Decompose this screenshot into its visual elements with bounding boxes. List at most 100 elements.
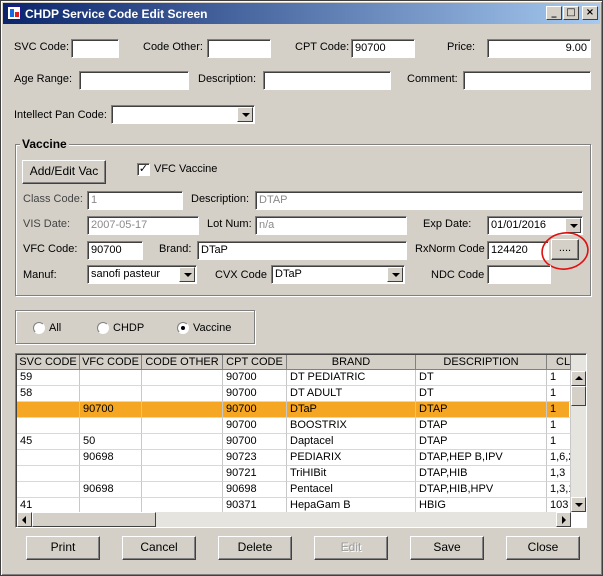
code-other-cell [142,418,223,434]
column-header-class[interactable]: CL [547,355,571,370]
vaccine-description-field[interactable]: DTAP [255,191,583,210]
class-cell: 1 [547,434,571,450]
vertical-scroll-thumb[interactable] [571,386,586,406]
filter-chdp-radio[interactable] [97,322,109,334]
class-cell: 1 [547,418,571,434]
lot-num-field[interactable]: n/a [255,216,407,235]
svc-code-cell [17,402,80,418]
scroll-up-icon[interactable] [571,371,586,386]
print-button[interactable]: Print [26,536,100,560]
class-cell: 1,3,1 [547,482,571,498]
table-row[interactable]: 45 50 90700 Daptacel DTAP 1 [17,434,571,450]
class-cell: 1 [547,402,571,418]
code-other-cell [142,466,223,482]
cancel-button[interactable]: Cancel [122,536,196,560]
title-bar: CHDP Service Code Edit Screen _ □ × [3,3,600,24]
manuf-dropdown[interactable]: sanofi pasteur [87,265,197,284]
svc-code-cell [17,482,80,498]
svc-code-cell: 45 [17,434,80,450]
close-window-button[interactable]: × [582,6,598,20]
filter-all-label: All [49,322,62,334]
cpt-code-field[interactable]: 90700 [351,39,415,58]
chevron-down-icon[interactable] [237,107,253,122]
add-edit-vac-button[interactable]: Add/Edit Vac [22,160,106,184]
brand-cell: Daptacel [287,434,416,450]
vfc-code-field[interactable]: 90700 [87,241,143,260]
vis-date-label: VIS Date: [23,218,71,230]
intellect-pan-label: Intellect Pan Code: [14,109,107,121]
ndc-code-field[interactable] [487,265,551,284]
chevron-down-icon[interactable] [179,267,195,282]
brand-cell: PEDIARIX [287,450,416,466]
column-header-svc-code[interactable]: SVC CODE [17,355,80,370]
chevron-down-icon[interactable] [387,267,403,282]
brand-field[interactable]: DTaP [197,241,407,260]
vertical-scrollbar[interactable] [571,355,586,512]
table-row[interactable]: 58 90700 DT ADULT DT 1 [17,386,571,402]
horizontal-scrollbar[interactable] [17,512,571,527]
cpt-code-cell: 90723 [223,450,287,466]
column-header-brand[interactable]: BRAND [287,355,416,370]
class-code-label: Class Code: [23,193,83,205]
description-cell: DTAP [416,434,547,450]
brand-cell: Pentacel [287,482,416,498]
lot-num-label: Lot Num: [207,218,252,230]
cvx-code-dropdown[interactable]: DTaP [271,265,405,284]
service-code-grid[interactable]: SVC CODE VFC CODE CODE OTHER CPT CODE BR… [15,353,587,528]
vfc-code-cell [80,466,142,482]
scroll-down-icon[interactable] [571,497,586,512]
filter-chdp-label: CHDP [113,322,145,334]
table-row[interactable]: 90700 BOOSTRIX DTAP 1 [17,418,571,434]
chdp-service-code-window: CHDP Service Code Edit Screen _ □ × SVC … [0,0,603,576]
table-row[interactable]: 90721 TriHIBit DTAP,HIB 1,3 [17,466,571,482]
vfc-code-cell: 90698 [80,450,142,466]
column-header-vfc-code[interactable]: VFC CODE [80,355,142,370]
column-header-description[interactable]: DESCRIPTION [416,355,547,370]
vfc-code-cell: 50 [80,434,142,450]
description-cell: DT [416,386,547,402]
description-cell: DT [416,370,547,386]
table-row[interactable]: 90698 90723PEDIARIXDTAP,HEP B,IPV1,6,2 [17,450,571,466]
comment-label: Comment: [407,73,458,85]
minimize-button[interactable]: _ [546,6,562,20]
scroll-right-icon[interactable] [556,512,571,527]
filter-all-radio[interactable] [33,322,45,334]
scroll-left-icon[interactable] [17,512,32,527]
column-header-code-other[interactable]: CODE OTHER [142,355,223,370]
vfc-code-cell: 90700 [80,402,142,418]
exp-date-value: 01/01/2016 [491,219,547,231]
table-row[interactable]: 59 90700 DT PEDIATRIC DT 1 [17,370,571,386]
rxnorm-code-label: RxNorm Code [415,243,485,255]
intellect-pan-dropdown[interactable] [111,105,255,124]
maximize-button[interactable]: □ [563,6,579,20]
svc-code-field[interactable] [71,39,119,58]
edit-button[interactable]: Edit [314,536,388,560]
class-code-field[interactable]: 1 [87,191,183,210]
cpt-code-cell: 90700 [223,370,287,386]
comment-field[interactable] [463,71,591,90]
cvx-code-label: CVX Code [215,269,267,281]
app-icon [7,6,21,20]
price-field[interactable]: 9.00 [487,39,591,58]
description-cell: DTAP,HIB [416,466,547,482]
age-range-field[interactable] [79,71,189,90]
horizontal-scroll-thumb[interactable] [32,512,156,527]
delete-button[interactable]: Delete [218,536,292,560]
cpt-code-cell: 90698 [223,482,287,498]
svc-code-label: SVC Code: [14,41,70,53]
table-row[interactable]: 90700 90700 DTaP DTAP 1 [17,402,571,418]
vfc-code-cell [80,386,142,402]
column-header-cpt-code[interactable]: CPT CODE [223,355,287,370]
vfc-code-cell: 90698 [80,482,142,498]
description-field[interactable] [263,71,391,90]
vis-date-field[interactable]: 2007-05-17 [87,216,199,235]
table-row[interactable]: 9069890698PentacelDTAP,HIB,HPV1,3,1 [17,482,571,498]
description-cell: DTAP,HIB,HPV [416,482,547,498]
cpt-code-cell: 90721 [223,466,287,482]
save-button[interactable]: Save [410,536,484,560]
code-other-field[interactable] [207,39,271,58]
filter-vaccine-radio[interactable] [177,322,189,334]
vfc-vaccine-checkbox[interactable]: ✓ [137,163,150,176]
close-button[interactable]: Close [506,536,580,560]
cvx-code-value: DTaP [275,268,302,280]
